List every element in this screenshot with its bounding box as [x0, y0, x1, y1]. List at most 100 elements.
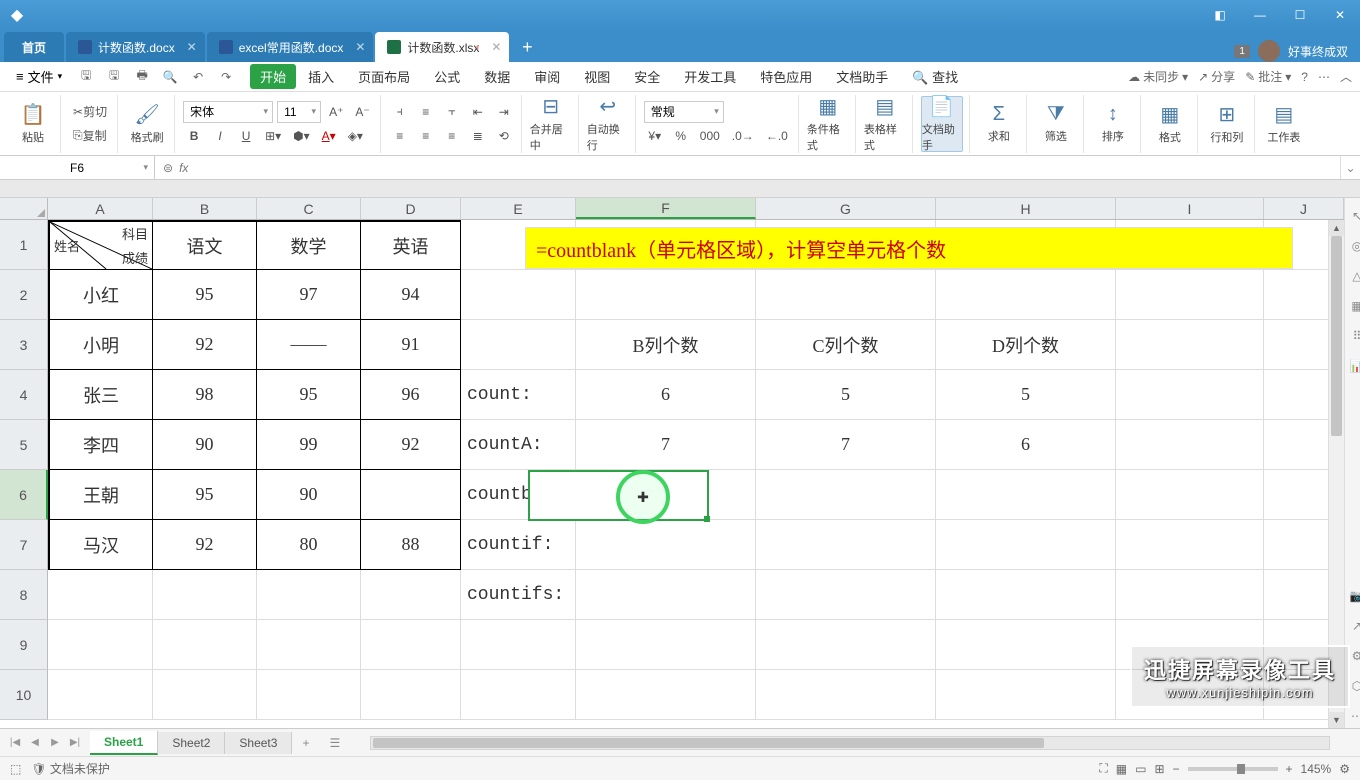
cell[interactable]: 5: [756, 370, 936, 420]
cell[interactable]: 6: [936, 420, 1116, 470]
cell[interactable]: 96: [361, 370, 461, 420]
sheet-list-icon[interactable]: ☰: [319, 736, 350, 750]
tab-view[interactable]: 视图: [572, 61, 622, 92]
cell[interactable]: 94: [361, 270, 461, 320]
clear-format-icon[interactable]: ◈▾: [344, 125, 367, 147]
scroll-down-icon[interactable]: ▼: [1329, 712, 1344, 728]
row-header[interactable]: 3: [0, 320, 48, 370]
help-icon[interactable]: ?: [1301, 70, 1308, 84]
fill-color-icon[interactable]: ⬢▾: [289, 125, 314, 147]
worksheet-button[interactable]: ▤工作表: [1263, 96, 1305, 152]
first-sheet-icon[interactable]: |◀: [6, 734, 24, 752]
row-header[interactable]: 6: [0, 470, 48, 520]
menu-icon[interactable]: ⬚: [10, 762, 21, 776]
screenshot-icon[interactable]: 📷: [1345, 584, 1360, 608]
col-header-C[interactable]: C: [257, 198, 361, 219]
cell[interactable]: 小明: [48, 320, 153, 370]
apps-icon[interactable]: ⠿: [1345, 324, 1360, 348]
cell[interactable]: [1116, 520, 1264, 570]
row-header[interactable]: 10: [0, 670, 48, 720]
cell[interactable]: 92: [153, 320, 257, 370]
tab-insert[interactable]: 插入: [296, 61, 346, 92]
zoom-slider[interactable]: [1188, 767, 1278, 771]
tab-home[interactable]: 首页: [4, 32, 64, 62]
shape-icon[interactable]: △: [1345, 264, 1360, 288]
cell[interactable]: [1116, 370, 1264, 420]
close-icon[interactable]: ✕: [187, 40, 197, 54]
cell[interactable]: [48, 620, 153, 670]
cell[interactable]: [756, 470, 936, 520]
cond-format-button[interactable]: ▦条件格式: [807, 96, 849, 152]
cell[interactable]: [48, 570, 153, 620]
align-right-icon[interactable]: ≡: [441, 125, 463, 147]
align-justify-icon[interactable]: ≣: [467, 125, 489, 147]
sync-button[interactable]: ☁ 未同步 ▾: [1128, 68, 1188, 85]
cell[interactable]: [257, 620, 361, 670]
indent-dec-icon[interactable]: ⇤: [467, 101, 489, 123]
cell[interactable]: [1116, 320, 1264, 370]
cell[interactable]: 张三: [48, 370, 153, 420]
fullscreen-icon[interactable]: ⛶: [1099, 761, 1107, 776]
cell[interactable]: 98: [153, 370, 257, 420]
next-sheet-icon[interactable]: ▶: [46, 734, 64, 752]
sum-button[interactable]: Σ求和: [978, 96, 1020, 152]
last-sheet-icon[interactable]: ▶|: [66, 734, 84, 752]
align-center-icon[interactable]: ≡: [415, 125, 437, 147]
decimal-dec-icon[interactable]: ←.0: [762, 125, 792, 147]
increase-font-icon[interactable]: A⁺: [325, 101, 347, 123]
cell[interactable]: 92: [361, 420, 461, 470]
collapse-ribbon-icon[interactable]: ︿: [1340, 68, 1352, 85]
grid-tool-icon[interactable]: ▦: [1345, 294, 1360, 318]
tab-dochelper[interactable]: 文档助手: [824, 61, 900, 92]
decrease-font-icon[interactable]: A⁻: [351, 101, 373, 123]
cell[interactable]: [936, 670, 1116, 720]
sheet-tab-2[interactable]: Sheet2: [158, 732, 225, 754]
cell[interactable]: 5: [936, 370, 1116, 420]
chart-icon[interactable]: 📊: [1345, 354, 1360, 378]
cell[interactable]: [756, 670, 936, 720]
cell[interactable]: 97: [257, 270, 361, 320]
format-button[interactable]: ▦格式: [1149, 96, 1191, 152]
cell[interactable]: [576, 570, 756, 620]
cell[interactable]: [936, 620, 1116, 670]
cell[interactable]: 李四: [48, 420, 153, 470]
annotate-button[interactable]: ✎ 批注 ▾: [1245, 68, 1291, 85]
view-break-icon[interactable]: ⊞: [1154, 762, 1164, 776]
sort-button[interactable]: ↕排序: [1092, 96, 1134, 152]
zoom-in-icon[interactable]: +: [1286, 762, 1293, 776]
tab-doc2[interactable]: excel常用函数.docx ✕: [207, 32, 374, 62]
fx-cancel-icon[interactable]: ⊜: [163, 161, 173, 175]
tab-layout[interactable]: 页面布局: [346, 61, 422, 92]
cell[interactable]: 99: [257, 420, 361, 470]
row-header[interactable]: 9: [0, 620, 48, 670]
cell[interactable]: [48, 670, 153, 720]
settings-icon[interactable]: ⚙: [1339, 762, 1350, 776]
redo-icon[interactable]: ↷: [214, 66, 238, 88]
cell[interactable]: [361, 570, 461, 620]
font-size-select[interactable]: 11: [277, 101, 321, 123]
tab-doc1[interactable]: 计数函数.docx ✕: [66, 32, 205, 62]
col-header-B[interactable]: B: [153, 198, 257, 219]
cell[interactable]: 英语: [361, 220, 461, 270]
cell[interactable]: 90: [257, 470, 361, 520]
tab-special[interactable]: 特色应用: [748, 61, 824, 92]
cell[interactable]: [936, 270, 1116, 320]
cell[interactable]: countif:: [461, 520, 576, 570]
cell[interactable]: [576, 620, 756, 670]
minimize-button[interactable]: —: [1240, 0, 1280, 30]
select-all-button[interactable]: [0, 198, 48, 219]
col-header-D[interactable]: D: [361, 198, 461, 219]
cell[interactable]: 95: [153, 270, 257, 320]
italic-icon[interactable]: I: [209, 125, 231, 147]
rowcol-button[interactable]: ⊞行和列: [1206, 96, 1248, 152]
row-header[interactable]: 5: [0, 420, 48, 470]
cell[interactable]: 小红: [48, 270, 153, 320]
maximize-button[interactable]: ☐: [1280, 0, 1320, 30]
cell[interactable]: [153, 620, 257, 670]
cell[interactable]: 7: [576, 420, 756, 470]
tab-security[interactable]: 安全: [622, 61, 672, 92]
save-as-icon[interactable]: 🖫: [102, 66, 126, 88]
align-left-icon[interactable]: ≡: [389, 125, 411, 147]
cell[interactable]: countifs:: [461, 570, 576, 620]
cell[interactable]: [361, 620, 461, 670]
